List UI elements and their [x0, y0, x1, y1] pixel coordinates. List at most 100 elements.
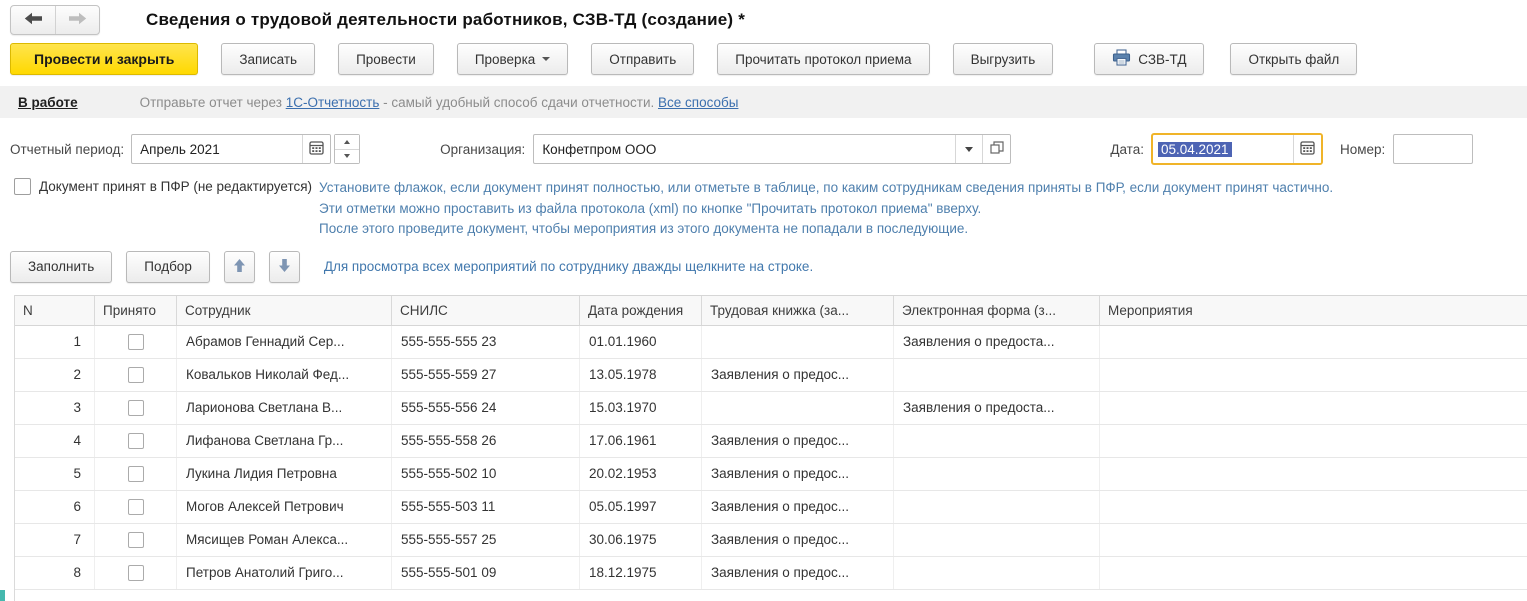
cell-accepted	[95, 491, 177, 523]
cell-paper-book: Заявления о предос...	[702, 359, 894, 391]
export-button[interactable]: Выгрузить	[953, 43, 1054, 75]
cell-accepted	[95, 524, 177, 556]
column-header-employee[interactable]: Сотрудник	[177, 296, 392, 325]
move-up-button[interactable]	[224, 251, 255, 283]
table-row[interactable]: 3 Ларионова Светлана В... 555-555-556 24…	[15, 392, 1527, 425]
all-methods-link[interactable]: Все способы	[658, 95, 738, 110]
table-header-row: N Принято Сотрудник СНИЛС Дата рождения …	[15, 295, 1527, 326]
row-accepted-checkbox[interactable]	[128, 400, 144, 416]
post-and-close-button[interactable]: Провести и закрыть	[10, 43, 198, 75]
cell-employee: Петров Анатолий Григо...	[177, 557, 392, 589]
period-stepper	[334, 134, 360, 164]
date-input[interactable]: 05.04.2021	[1151, 133, 1323, 165]
cell-events	[1100, 326, 1527, 358]
organization-input[interactable]: Конфетпром ООО	[533, 134, 1011, 164]
calendar-icon	[309, 140, 324, 158]
post-button[interactable]: Провести	[338, 43, 434, 75]
forward-button[interactable]	[55, 6, 99, 34]
print-szvtd-label: СЗВ-ТД	[1138, 52, 1186, 67]
table-row[interactable]: 5 Лукина Лидия Петровна 555-555-502 10 2…	[15, 458, 1527, 491]
column-header-events[interactable]: Мероприятия	[1100, 296, 1527, 325]
status-link[interactable]: В работе	[18, 95, 78, 110]
accepted-hint-line1: Установите флажок, если документ принят …	[319, 178, 1333, 199]
cell-snils: 555-555-558 26	[392, 425, 580, 457]
row-accepted-checkbox[interactable]	[128, 334, 144, 350]
accepted-in-pfr-row: Документ принят в ПФР (не редактируется)…	[0, 178, 1527, 240]
move-down-button[interactable]	[269, 251, 300, 283]
cell-row-number: 8	[15, 557, 95, 589]
period-step-down-button[interactable]	[335, 149, 359, 164]
cell-birthdate: 18.12.1975	[580, 557, 702, 589]
move-up-icon	[233, 258, 246, 276]
save-button[interactable]: Записать	[221, 43, 315, 75]
employees-table: N Принято Сотрудник СНИЛС Дата рождения …	[14, 295, 1527, 601]
open-file-button[interactable]: Открыть файл	[1230, 43, 1357, 75]
column-header-snils[interactable]: СНИЛС	[392, 296, 580, 325]
check-menu-label: Проверка	[475, 52, 535, 67]
page-title: Сведения о трудовой деятельности работни…	[146, 10, 745, 30]
cell-electronic-form	[894, 425, 1100, 457]
cell-events	[1100, 359, 1527, 391]
calendar-icon	[1300, 140, 1315, 158]
check-menu-button[interactable]: Проверка	[457, 43, 568, 75]
cell-electronic-form	[894, 557, 1100, 589]
cell-row-number: 3	[15, 392, 95, 424]
cell-accepted	[95, 557, 177, 589]
number-input[interactable]	[1393, 134, 1473, 164]
period-calendar-button[interactable]	[302, 135, 330, 163]
forward-arrow-icon	[68, 12, 87, 28]
print-szvtd-button[interactable]: СЗВ-ТД	[1094, 43, 1204, 75]
1c-reporting-link[interactable]: 1С-Отчетность	[286, 95, 380, 110]
title-bar: Сведения о трудовой деятельности работни…	[0, 0, 1527, 40]
column-header-accepted[interactable]: Принято	[95, 296, 177, 325]
row-accepted-checkbox[interactable]	[128, 433, 144, 449]
back-button[interactable]	[11, 6, 55, 34]
cell-events	[1100, 392, 1527, 424]
table-row[interactable]: 2 Ковальков Николай Фед... 555-555-559 2…	[15, 359, 1527, 392]
table-row[interactable]: 8 Петров Анатолий Григо... 555-555-501 0…	[15, 557, 1527, 590]
cell-birthdate: 17.06.1961	[580, 425, 702, 457]
row-accepted-checkbox[interactable]	[128, 532, 144, 548]
date-calendar-button[interactable]	[1293, 135, 1321, 163]
cell-birthdate: 15.03.1970	[580, 392, 702, 424]
cell-events	[1100, 458, 1527, 490]
row-accepted-checkbox[interactable]	[128, 499, 144, 515]
double-click-hint: Для просмотра всех мероприятий по сотруд…	[324, 259, 813, 274]
table-row[interactable]: 1 Абрамов Геннадий Сер... 555-555-555 23…	[15, 326, 1527, 359]
cell-events	[1100, 557, 1527, 589]
read-protocol-button[interactable]: Прочитать протокол приема	[717, 43, 929, 75]
cell-paper-book: Заявления о предос...	[702, 491, 894, 523]
cell-electronic-form	[894, 491, 1100, 523]
organization-open-button[interactable]	[982, 135, 1010, 163]
table-row[interactable]: 7 Мясищев Роман Алекса... 555-555-557 25…	[15, 524, 1527, 557]
cell-electronic-form	[894, 524, 1100, 556]
cell-row-number: 7	[15, 524, 95, 556]
organization-value: Конфетпром ООО	[534, 142, 955, 157]
row-accepted-checkbox[interactable]	[128, 367, 144, 383]
column-header-birthdate[interactable]: Дата рождения	[580, 296, 702, 325]
period-label: Отчетный период:	[10, 142, 124, 157]
column-header-n[interactable]: N	[15, 296, 95, 325]
row-accepted-checkbox[interactable]	[128, 565, 144, 581]
pick-button[interactable]: Подбор	[126, 251, 210, 283]
period-input[interactable]: Апрель 2021	[131, 134, 331, 164]
cell-snils: 555-555-557 25	[392, 524, 580, 556]
spinner-up-icon	[344, 140, 350, 144]
organization-dropdown-button[interactable]	[955, 135, 982, 163]
status-bar: В работе Отправьте отчет через 1С-Отчетн…	[0, 86, 1527, 118]
printer-icon	[1112, 49, 1131, 69]
cell-employee: Мясищев Роман Алекса...	[177, 524, 392, 556]
accepted-hint-line3: После этого проведите документ, чтобы ме…	[319, 219, 1333, 240]
scrollbar-thumb[interactable]	[0, 590, 5, 601]
row-accepted-checkbox[interactable]	[128, 466, 144, 482]
period-step-up-button[interactable]	[335, 135, 359, 149]
cell-snils: 555-555-556 24	[392, 392, 580, 424]
table-row[interactable]: 6 Могов Алексей Петрович 555-555-503 11 …	[15, 491, 1527, 524]
fill-button[interactable]: Заполнить	[10, 251, 112, 283]
send-button[interactable]: Отправить	[591, 43, 694, 75]
table-row[interactable]: 4 Лифанова Светлана Гр... 555-555-558 26…	[15, 425, 1527, 458]
accepted-in-pfr-checkbox[interactable]	[14, 178, 31, 195]
column-header-paper-book[interactable]: Трудовая книжка (за...	[702, 296, 894, 325]
cell-accepted	[95, 359, 177, 391]
column-header-electronic-form[interactable]: Электронная форма (з...	[894, 296, 1100, 325]
